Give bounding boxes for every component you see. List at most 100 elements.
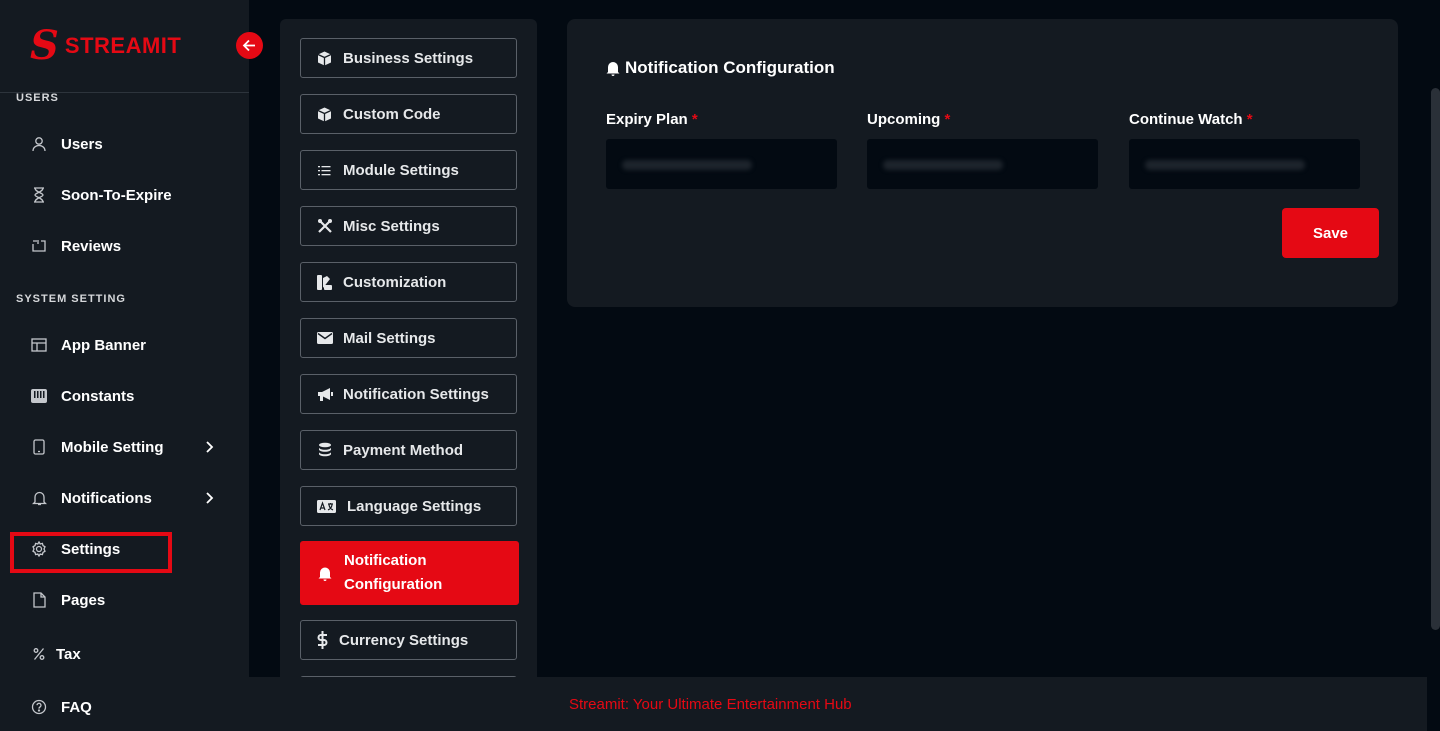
footer-text: Streamit: Your Ultimate Entertainment Hu… — [569, 695, 852, 713]
cube-icon — [316, 50, 333, 67]
field-label-text: Upcoming — [867, 111, 941, 128]
bell-icon — [30, 489, 48, 507]
sidebar-item-pages[interactable]: Pages — [30, 588, 105, 612]
collapse-sidebar-button[interactable] — [236, 32, 263, 59]
coins-icon — [316, 442, 333, 459]
language-icon — [316, 498, 336, 515]
field-label-text: Continue Watch — [1129, 111, 1243, 128]
section-label-system-setting: SYSTEM SETTING — [16, 293, 126, 305]
sidebar-item-label: Mobile Setting — [61, 438, 164, 456]
banner-icon — [30, 336, 48, 354]
save-button[interactable]: Save — [1282, 208, 1379, 258]
sidebar-item-label: App Banner — [61, 336, 147, 354]
tools-icon — [316, 218, 333, 235]
field-label-text: Expiry Plan — [606, 111, 688, 128]
menu-label-line2: Configuration — [344, 576, 443, 593]
logo-letter: S — [30, 22, 59, 69]
megaphone-icon — [316, 386, 333, 403]
obscured-value — [622, 160, 752, 170]
bell-icon — [606, 62, 620, 76]
section-label-users: USERS — [16, 92, 59, 104]
menu-notification-configuration[interactable]: Notification Configuration — [300, 541, 519, 605]
menu-label: Notification Settings — [343, 385, 489, 403]
sidebar-item-mobile-setting[interactable]: Mobile Setting — [30, 435, 220, 459]
expiry-plan-input[interactable] — [606, 139, 837, 189]
card-title-text: Notification Configuration — [625, 58, 835, 77]
dollar-icon — [316, 631, 328, 649]
sidebar-item-reviews[interactable]: Reviews — [30, 234, 121, 258]
menu-customization[interactable]: Customization — [300, 262, 517, 302]
continue-watch-label: Continue Watch * — [1129, 111, 1253, 128]
user-icon — [30, 135, 48, 153]
menu-label: Currency Settings — [339, 631, 469, 649]
sidebar-item-notifications[interactable]: Notifications — [30, 486, 220, 510]
menu-currency-settings[interactable]: Currency Settings — [300, 620, 517, 660]
required-marker: * — [1246, 111, 1253, 128]
sidebar-item-label: Tax — [56, 645, 81, 663]
arrow-left-icon — [242, 39, 255, 52]
menu-label: Payment Method — [343, 441, 464, 459]
sidebar-item-tax[interactable]: Tax — [30, 642, 81, 666]
list-icon — [316, 162, 333, 179]
expiry-plan-label: Expiry Plan * — [606, 111, 698, 128]
constants-icon — [30, 387, 48, 405]
brand-logo[interactable]: S STREAMIT — [30, 26, 181, 66]
menu-label-line1: Notification — [344, 552, 427, 569]
menu-label: Notification Configuration — [344, 549, 442, 597]
sidebar-item-constants[interactable]: Constants — [30, 384, 134, 408]
bell-icon — [316, 565, 333, 582]
menu-mail-settings[interactable]: Mail Settings — [300, 318, 517, 358]
menu-module-settings[interactable]: Module Settings — [300, 150, 517, 190]
scrollbar-thumb[interactable] — [1431, 88, 1440, 630]
obscured-value — [1145, 160, 1305, 170]
mobile-icon — [30, 438, 48, 456]
sidebar: S STREAMIT USERS Users Soon-To-Expire Re… — [0, 0, 249, 731]
menu-misc-settings[interactable]: Misc Settings — [300, 206, 517, 246]
card-title: Notification Configuration — [605, 58, 835, 78]
palette-icon — [316, 274, 333, 291]
sidebar-item-app-banner[interactable]: App Banner — [30, 333, 146, 357]
menu-language-settings[interactable]: Language Settings — [300, 486, 517, 526]
review-icon — [30, 237, 48, 255]
chevron-right-icon — [206, 441, 214, 453]
page-icon — [30, 591, 48, 609]
sidebar-item-label: Pages — [61, 591, 106, 609]
settings-highlight-box — [10, 532, 172, 573]
continue-watch-input[interactable] — [1129, 139, 1360, 189]
menu-label: Business Settings — [343, 49, 474, 67]
sidebar-item-label: Soon-To-Expire — [61, 186, 172, 204]
menu-label: Module Settings — [343, 161, 459, 179]
notification-configuration-card: Notification Configuration Expiry Plan *… — [567, 19, 1398, 307]
obscured-value — [883, 160, 1003, 170]
sidebar-item-label: Reviews — [61, 237, 122, 255]
sidebar-item-label: Notifications — [61, 489, 152, 507]
menu-business-settings[interactable]: Business Settings — [300, 38, 517, 78]
logo-name: STREAMIT — [64, 33, 182, 58]
menu-custom-code[interactable]: Custom Code — [300, 94, 517, 134]
menu-notification-settings[interactable]: Notification Settings — [300, 374, 517, 414]
sidebar-item-soon-to-expire[interactable]: Soon-To-Expire — [30, 183, 172, 207]
menu-label: Custom Code — [343, 105, 441, 123]
menu-payment-method[interactable]: Payment Method — [300, 430, 517, 470]
upcoming-label: Upcoming * — [867, 111, 950, 128]
settings-menu-panel: Business Settings Custom Code Module Set… — [280, 19, 537, 679]
question-icon — [30, 698, 48, 716]
sidebar-item-label: FAQ — [61, 698, 92, 716]
required-marker: * — [691, 111, 698, 128]
footer: Streamit: Your Ultimate Entertainment Hu… — [249, 677, 1427, 731]
required-marker: * — [944, 111, 951, 128]
percent-icon — [30, 645, 48, 663]
sidebar-item-label: Constants — [61, 387, 135, 405]
upcoming-input[interactable] — [867, 139, 1098, 189]
menu-label: Mail Settings — [343, 329, 436, 347]
sidebar-item-users[interactable]: Users — [30, 132, 103, 156]
envelope-icon — [316, 330, 333, 347]
menu-label: Misc Settings — [343, 217, 440, 235]
menu-label: Customization — [343, 273, 447, 291]
chevron-right-icon — [206, 492, 214, 504]
sidebar-item-faq[interactable]: FAQ — [30, 695, 92, 719]
cube-icon — [316, 106, 333, 123]
hourglass-icon — [30, 186, 48, 204]
menu-label: Language Settings — [347, 497, 482, 515]
sidebar-item-label: Users — [61, 135, 103, 153]
